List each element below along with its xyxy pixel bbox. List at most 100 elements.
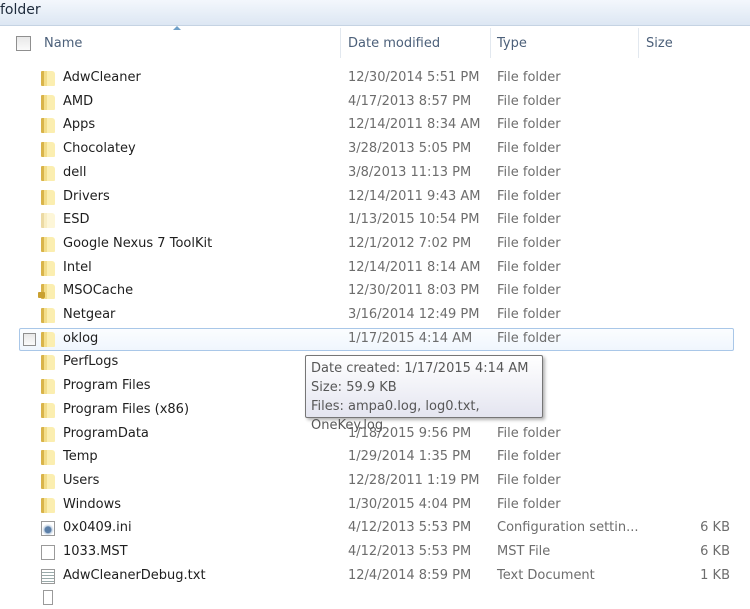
- text-file-icon: [41, 568, 55, 584]
- list-item[interactable]: 0x0409.ini 4/12/2013 5:53 PM Configuration…: [0, 517, 750, 540]
- file-icon: [41, 545, 55, 560]
- list-item-partial[interactable]: [0, 586, 750, 609]
- cell-date: 3/8/2013 11:13 PM: [348, 164, 472, 180]
- folder-icon: [41, 189, 55, 205]
- cell-type: MST File: [497, 544, 551, 559]
- tooltip: Date created: 1/17/2015 4:14 AM Size: 59…: [305, 355, 543, 433]
- tooltip-files: Files: ampa0.log, log0.txt, OneKey.log: [311, 399, 480, 433]
- cell-name: Intel: [63, 259, 92, 275]
- list-item[interactable]: 1033.MST 4/12/2013 5:53 PM MST File 6 KB: [0, 541, 750, 564]
- cell-name: Program Files: [63, 378, 151, 394]
- cell-name: Apps: [63, 117, 96, 133]
- cell-type: File folder: [497, 330, 561, 346]
- cell-size: 6 KB: [700, 544, 730, 559]
- title-bar: folder: [0, 0, 750, 26]
- list-item[interactable]: Google Nexus 7 ToolKit 12/1/2012 7:02 PM F…: [0, 233, 750, 256]
- list-item[interactable]: Apps 12/14/2011 8:34 AM File folder: [0, 114, 750, 137]
- folder-icon: [41, 473, 55, 489]
- list-item[interactable]: Intel 12/14/2011 8:14 AM File folder: [0, 257, 750, 280]
- column-header: Name Date modified Type Size: [0, 28, 750, 58]
- list-item[interactable]: MSOCache 12/30/2011 8:03 PM File folder: [0, 280, 750, 303]
- tooltip-size: Size: 59.9 KB: [311, 380, 397, 395]
- cell-name: AMD: [63, 93, 94, 109]
- cell-type: File folder: [497, 449, 561, 465]
- folder-icon: [41, 213, 55, 229]
- cell-date: 4/12/2013 5:53 PM: [348, 544, 472, 559]
- cell-date: 1/29/2014 1:35 PM: [348, 449, 472, 465]
- cell-name: Temp: [63, 449, 98, 465]
- folder-icon: [41, 260, 55, 276]
- column-date-modified[interactable]: Date modified: [348, 36, 440, 51]
- cell-type: File folder: [497, 188, 561, 204]
- folder-icon: [41, 236, 55, 252]
- cell-type: File folder: [497, 259, 561, 275]
- select-all-checkbox[interactable]: [16, 36, 31, 51]
- cell-type: File folder: [497, 117, 561, 133]
- tooltip-date-created: Date created: 1/17/2015 4:14 AM: [311, 361, 529, 376]
- column-divider[interactable]: [490, 28, 491, 58]
- column-divider[interactable]: [340, 28, 341, 58]
- cell-type: Text Document: [497, 567, 595, 583]
- cell-name: ESD: [63, 212, 90, 228]
- list-item[interactable]: Temp 1/29/2014 1:35 PM File folder: [0, 446, 750, 469]
- list-item[interactable]: AdwCleanerDebug.txt 12/4/2014 8:59 PM Text…: [0, 565, 750, 588]
- cell-name: AdwCleaner: [63, 70, 141, 85]
- list-item[interactable]: AMD 4/17/2013 8:57 PM File folder: [0, 91, 750, 114]
- list-item[interactable]: Chocolatey 3/28/2013 5:05 PM File folder: [0, 138, 750, 161]
- list-item[interactable]: ESD 1/13/2015 10:54 PM File folder: [0, 209, 750, 232]
- cell-date: 12/30/2014 5:51 PM: [348, 70, 480, 85]
- cell-type: File folder: [497, 496, 561, 512]
- cell-date: 1/17/2015 4:14 AM: [348, 330, 473, 346]
- cell-name: AdwCleanerDebug.txt: [63, 567, 206, 583]
- cell-name: Program Files (x86): [63, 401, 190, 417]
- folder-icon: [41, 308, 55, 323]
- list-item[interactable]: dell 3/8/2013 11:13 PM File folder: [0, 162, 750, 185]
- list-item[interactable]: AdwCleaner 12/30/2014 5:51 PM File folder: [0, 67, 750, 90]
- cell-type: File folder: [497, 164, 561, 180]
- cell-date: 12/14/2011 8:34 AM: [348, 117, 481, 133]
- cell-date: 12/28/2011 1:19 PM: [348, 472, 480, 488]
- row-checkbox[interactable]: [23, 332, 36, 346]
- list-item[interactable]: Users 12/28/2011 1:19 PM File folder: [0, 470, 750, 493]
- list-item[interactable]: oklog 1/17/2015 4:14 AM File folder: [19, 327, 734, 351]
- cell-name: Drivers: [63, 188, 110, 204]
- column-type[interactable]: Type: [497, 36, 527, 51]
- cell-type: Configuration settin...: [497, 520, 639, 536]
- folder-icon: [41, 94, 55, 110]
- cell-date: 12/14/2011 9:43 AM: [348, 188, 481, 204]
- cell-date: 12/1/2012 7:02 PM: [348, 235, 472, 251]
- cell-date: 3/16/2014 12:49 PM: [348, 307, 480, 322]
- folder-icon: [41, 355, 55, 371]
- column-divider[interactable]: [638, 28, 639, 58]
- folder-icon: [41, 118, 55, 134]
- cell-type: File folder: [497, 212, 561, 228]
- list-item[interactable]: Windows 1/30/2015 4:04 PM File folder: [0, 494, 750, 517]
- cell-type: File folder: [497, 235, 561, 251]
- folder-icon: [41, 426, 55, 442]
- column-size[interactable]: Size: [646, 36, 673, 51]
- folder-icon: [41, 497, 55, 513]
- list-item[interactable]: Netgear 3/16/2014 12:49 PM File folder: [0, 304, 750, 327]
- cell-date: 12/30/2011 8:03 PM: [348, 283, 480, 299]
- cell-name: oklog: [63, 330, 99, 346]
- cell-name: 0x0409.ini: [63, 520, 132, 536]
- cell-date: 4/12/2013 5:53 PM: [348, 520, 472, 536]
- cell-date: 12/4/2014 8:59 PM: [348, 567, 472, 583]
- config-file-icon: [41, 521, 55, 537]
- cell-name: MSOCache: [63, 283, 134, 299]
- cell-date: 1/13/2015 10:54 PM: [348, 212, 480, 228]
- cell-size: 6 KB: [700, 520, 730, 536]
- file-icon: [43, 590, 53, 605]
- cell-size: 1 KB: [700, 567, 730, 583]
- list-item[interactable]: Drivers 12/14/2011 9:43 AM File folder: [0, 186, 750, 209]
- cell-name: Users: [63, 472, 100, 488]
- cell-name: Chocolatey: [63, 141, 136, 157]
- folder-icon: [41, 71, 55, 86]
- cell-name: ProgramData: [63, 425, 149, 441]
- cell-date: 1/30/2015 4:04 PM: [348, 496, 472, 512]
- cell-type: File folder: [497, 93, 561, 109]
- column-name[interactable]: Name: [44, 36, 82, 51]
- cell-date: 3/28/2013 5:05 PM: [348, 141, 472, 157]
- folder-icon: [41, 379, 55, 395]
- cell-type: File folder: [497, 70, 561, 85]
